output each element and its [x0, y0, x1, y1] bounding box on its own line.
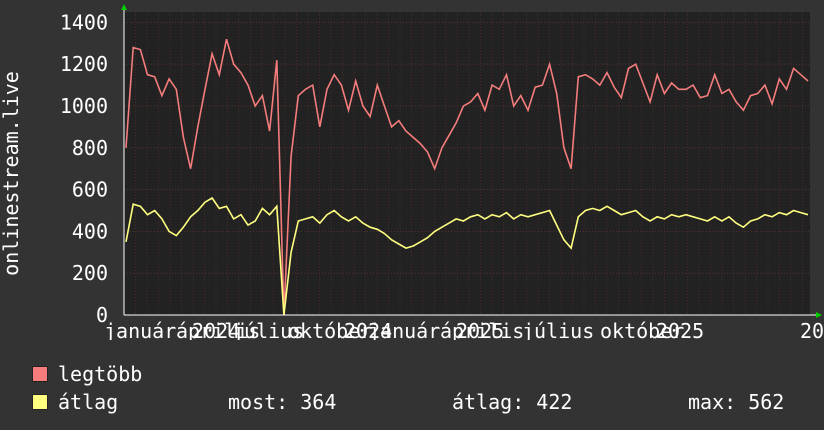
- stat-max: max: 562: [688, 390, 785, 414]
- y-axis-label: onlinestream.live: [0, 71, 23, 276]
- y-axis-arrow: [121, 4, 127, 10]
- x-tick-label: január: [104, 319, 176, 340]
- stat-now: most: 364: [228, 390, 337, 414]
- y-tick-label: 400: [72, 219, 108, 243]
- x-tick-label: 2025: [656, 319, 704, 340]
- legend-swatch-max: [32, 366, 48, 382]
- legend-max-label: legtöbb: [58, 362, 143, 386]
- legend-avg-label: átlag: [58, 390, 119, 414]
- plot-area: [124, 12, 810, 315]
- x-tick-label: július: [522, 319, 594, 340]
- y-tick-label: 1400: [60, 10, 108, 34]
- y-tick-label: 1200: [60, 52, 108, 76]
- x-tick-label: 20: [800, 319, 824, 340]
- x-axis-arrow: [816, 312, 822, 318]
- y-tick-label: 600: [72, 178, 108, 202]
- legend-swatch-avg: [32, 394, 48, 410]
- x-tick-label: január: [368, 319, 440, 340]
- y-tick-label: 200: [72, 261, 108, 285]
- y-tick-label: 800: [72, 136, 108, 160]
- chart: 0200400600800100012001400onlinestream.li…: [0, 4, 824, 340]
- y-tick-label: 1000: [60, 94, 108, 118]
- stat-avg: átlag: 422: [452, 390, 573, 414]
- x-tick-label: 2025: [456, 319, 504, 340]
